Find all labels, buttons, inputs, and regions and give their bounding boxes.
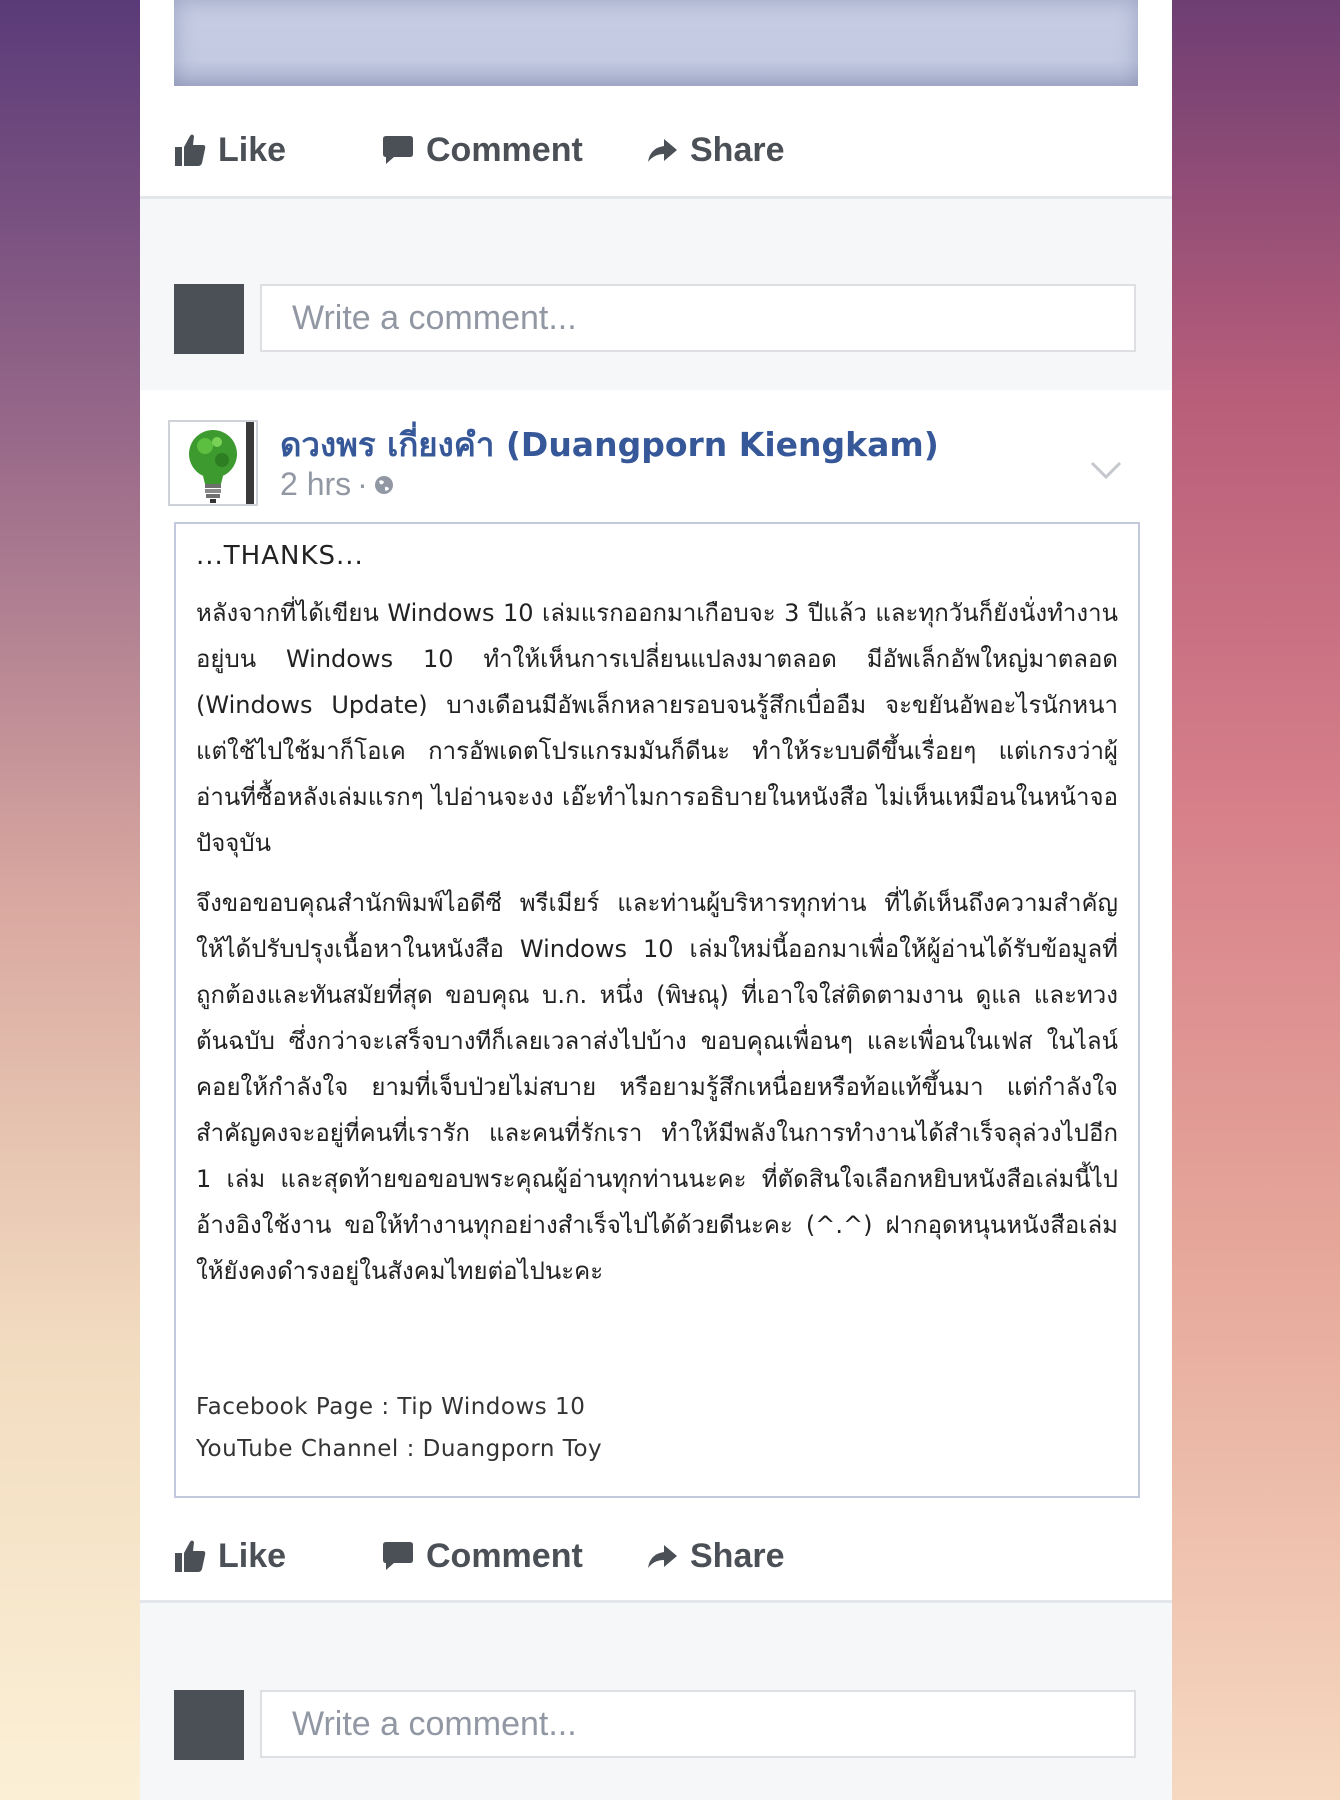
share-arrow-icon xyxy=(648,139,677,162)
post-text-image: ...THANKS... หลังจากที่ได้เขียน Windows … xyxy=(174,522,1140,1498)
top-post-card: Like Comment Share xyxy=(140,0,1172,196)
meta-separator: · xyxy=(357,466,368,502)
like-button[interactable]: Like xyxy=(174,120,286,180)
top-post-action-bar: Like Comment Share xyxy=(174,120,874,180)
comment-composer xyxy=(174,284,1138,356)
post-timestamp[interactable]: 2 hrs xyxy=(280,466,351,503)
comment-composer xyxy=(174,1690,1138,1762)
post-meta: 2 hrs · xyxy=(280,466,394,503)
like-label: Like xyxy=(218,1536,287,1575)
post-photo[interactable] xyxy=(174,0,1138,86)
lightbulb-icon xyxy=(170,422,256,504)
comment-button[interactable]: Comment xyxy=(382,1526,583,1586)
comment-input[interactable] xyxy=(260,284,1136,352)
post-paragraph-2: จึงขอขอบคุณสำนักพิมพ์ไอดีซี พรีเมียร์ แล… xyxy=(196,889,1118,1285)
share-arrow-icon xyxy=(648,1545,677,1568)
author-name[interactable]: ดวงพร เกี่ยงคำ (Duangporn Kiengkam) xyxy=(280,418,939,471)
divider xyxy=(140,1600,1172,1603)
divider xyxy=(140,196,1172,199)
avatar xyxy=(174,1690,244,1760)
post-footer-links: Facebook Page : Tip Windows 10 YouTube C… xyxy=(196,1386,602,1470)
background-left xyxy=(0,0,140,1800)
thumbs-up-icon xyxy=(175,134,206,166)
post-body: ...THANKS... หลังจากที่ได้เขียน Windows … xyxy=(196,534,1118,1308)
comment-label: Comment xyxy=(426,1536,583,1575)
comment-label: Comment xyxy=(426,130,583,169)
comment-input[interactable] xyxy=(260,1690,1136,1758)
thumbs-up-icon xyxy=(175,1540,206,1572)
share-label: Share xyxy=(690,1536,785,1575)
avatar xyxy=(174,284,244,354)
youtube-channel-line: YouTube Channel : Duangporn Toy xyxy=(196,1436,603,1462)
speech-bubble-icon xyxy=(383,1542,413,1570)
share-button[interactable]: Share xyxy=(646,120,785,180)
globe-icon xyxy=(374,475,393,494)
like-label: Like xyxy=(218,130,287,169)
chevron-down-icon[interactable] xyxy=(1090,460,1122,480)
like-button[interactable]: Like xyxy=(174,1526,286,1586)
share-label: Share xyxy=(690,130,785,169)
post-card: ดวงพร เกี่ยงคำ (Duangporn Kiengkam) 2 hr… xyxy=(140,390,1172,1600)
author-avatar[interactable] xyxy=(168,420,258,506)
post-action-bar: Like Comment Share xyxy=(174,1526,874,1586)
share-button[interactable]: Share xyxy=(646,1526,785,1586)
speech-bubble-icon xyxy=(383,136,413,164)
post-paragraph-1: หลังจากที่ได้เขียน Windows 10 เล่มแรกออก… xyxy=(196,599,1118,857)
comment-button[interactable]: Comment xyxy=(382,120,583,180)
facebook-page-line: Facebook Page : Tip Windows 10 xyxy=(196,1394,586,1420)
thanks-heading: ...THANKS... xyxy=(196,541,364,571)
news-feed: Like Comment Share Write a comment... ดว… xyxy=(140,0,1172,1800)
